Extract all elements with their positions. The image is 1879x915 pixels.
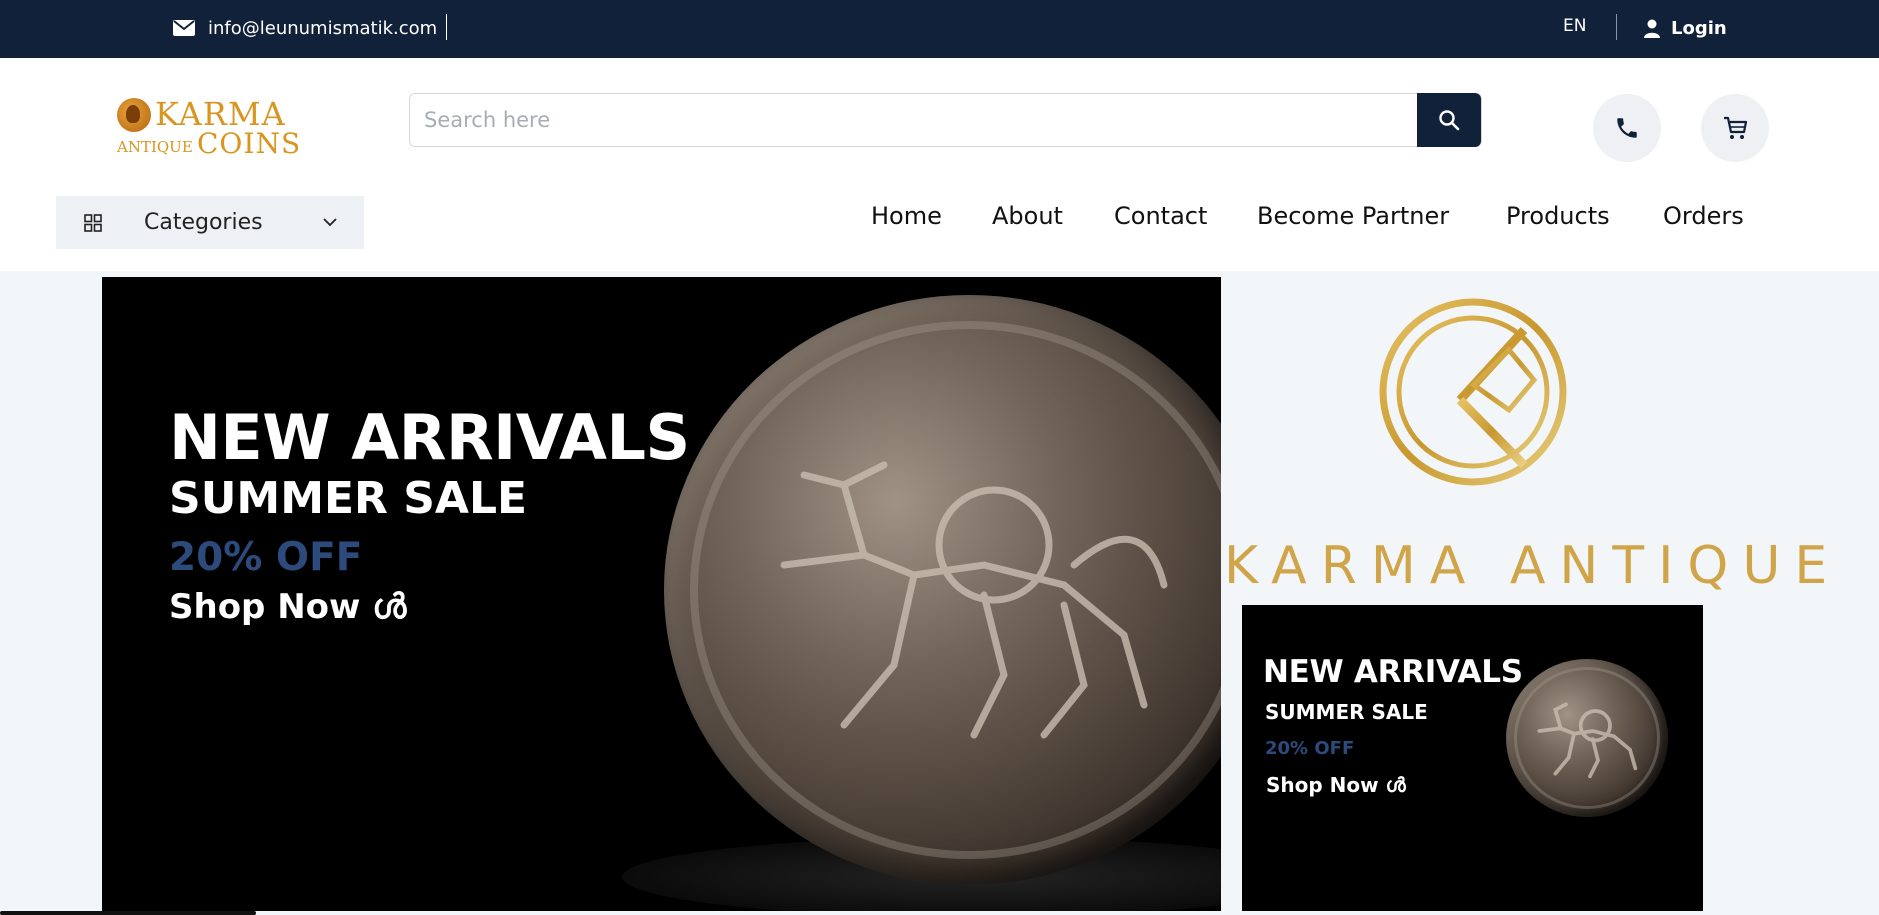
cart-icon [1724,116,1748,139]
karma-k-logo-icon [1379,298,1567,486]
coin-image [664,295,1221,885]
hero-discount: 20% OFF [169,535,363,580]
divider [446,14,447,40]
brand-logo: KARMA ANTIQUE [1224,280,1842,598]
promo-heading: NEW ARRIVALS [1263,654,1523,690]
hero-shop-now-link[interactable]: Shop Now ൾ [169,587,406,627]
nav-home[interactable]: Home [871,202,942,230]
phone-icon [1617,118,1637,138]
horizontal-scrollbar[interactable] [0,911,256,915]
user-icon [1644,19,1660,38]
email-text: info@leunumismatik.com [208,17,438,39]
search-button[interactable] [1417,93,1481,147]
search-input[interactable] [424,103,1414,137]
promo-subheading: SUMMER SALE [1265,700,1428,724]
logo-coin-icon [117,98,151,132]
site-logo[interactable]: KARMA ANTIQUE COINS [115,96,300,160]
hero-heading: NEW ARRIVALS [169,401,690,474]
coin-image [1506,659,1668,817]
deer-engraving-icon [1537,702,1638,779]
language-selector[interactable]: EN [1563,16,1586,36]
promo-shop-now-link[interactable]: Shop Now ൾ [1266,773,1406,797]
phone-button[interactable] [1593,94,1661,162]
categories-dropdown[interactable]: Categories [56,196,364,249]
brand-name: KARMA ANTIQUE [1224,536,1842,596]
logo-word: COINS [197,127,302,160]
nav-contact[interactable]: Contact [1114,202,1207,230]
login-label: Login [1671,17,1727,39]
nav-orders[interactable]: Orders [1663,202,1744,230]
deer-engraving-icon [780,461,1168,739]
promo-banner[interactable]: NEW ARRIVALS SUMMER SALE 20% OFF Shop No… [1242,605,1703,911]
promo-discount: 20% OFF [1265,738,1355,759]
logo-word: ANTIQUE [117,138,193,156]
top-bar: info@leunumismatik.com EN Login [0,0,1879,58]
divider [1616,14,1617,40]
search-icon [1439,110,1460,131]
categories-label: Categories [144,210,263,235]
nav-become-partner[interactable]: Become Partner [1257,202,1449,230]
envelope-icon [173,20,195,36]
nav-about[interactable]: About [992,202,1063,230]
grid-icon [84,213,102,232]
hero-subheading: SUMMER SALE [169,473,528,524]
contact-email[interactable]: info@leunumismatik.com [172,14,437,42]
hero-banner[interactable]: NEW ARRIVALS SUMMER SALE 20% OFF Shop No… [102,277,1221,911]
search-box [409,93,1482,147]
chevron-down-icon [323,218,337,227]
login-button[interactable]: Login [1643,14,1727,42]
cart-button[interactable] [1701,94,1769,162]
nav-products[interactable]: Products [1506,202,1610,230]
